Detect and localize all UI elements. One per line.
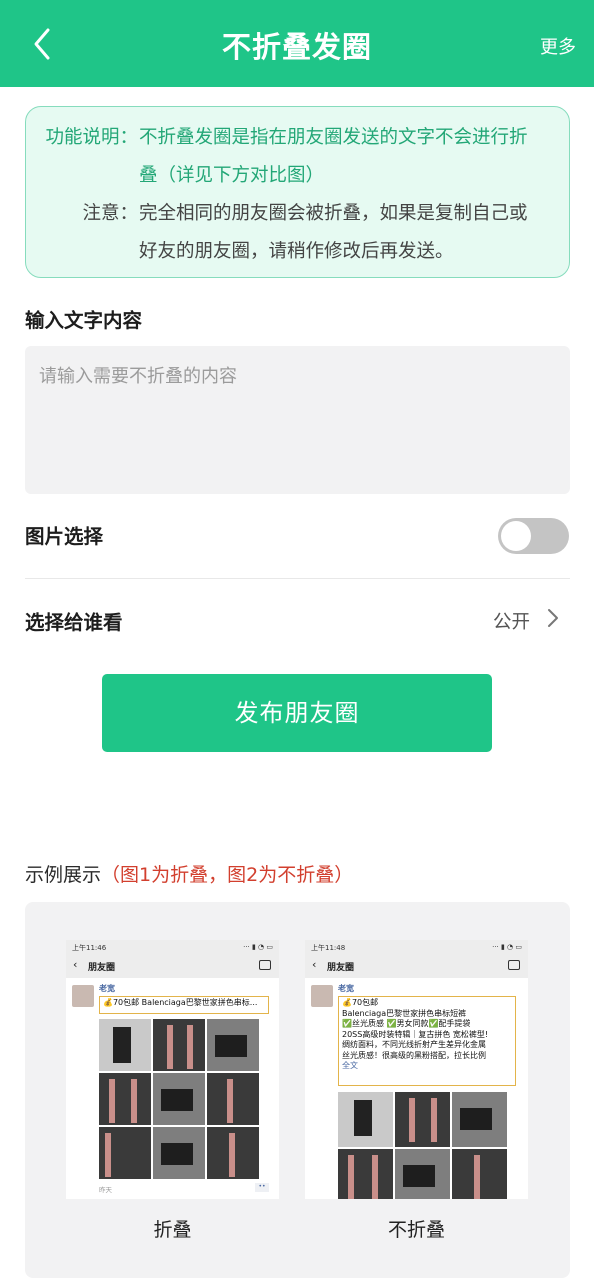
status-time: 上午11:46 [72, 944, 107, 952]
input-section-title: 输入文字内容 [25, 309, 143, 332]
note-label: 注意： [82, 203, 138, 224]
image-select-toggle[interactable] [498, 518, 569, 554]
photo-thumb [99, 1019, 151, 1071]
photo-thumb [153, 1019, 205, 1071]
post-text-line: 绸纺面料，不同光线折射产生差异化金属 [342, 1040, 486, 1049]
status-icons: ··· ▮ ◔ ▭ [243, 943, 273, 951]
photo-thumb [338, 1092, 393, 1147]
folded-caption: 折叠 [153, 1219, 192, 1241]
back-icon: ‹ [312, 958, 317, 971]
user-name: 老宽 [338, 984, 354, 993]
function-text-line-1: 不折叠发圈是指在朋友圈发送的文字不会进行折 [139, 127, 528, 148]
photo-thumb [207, 1127, 259, 1179]
photo-thumb [153, 1127, 205, 1179]
post-text-line: 20SS高级时装特辑｜复古拼色 宽松裤型! [342, 1029, 489, 1039]
user-name: 老宽 [99, 984, 115, 993]
photo-thumb [338, 1149, 393, 1199]
photo-thumb [99, 1127, 151, 1179]
chevron-right-icon [546, 607, 560, 629]
function-description-box: 功能说明： 不折叠发圈是指在朋友圈发送的文字不会进行折 叠（详见下方对比图） 注… [25, 106, 570, 278]
post-text-line: 丝光质感！很高级的黑粉搭配，拉长比例 [342, 1050, 486, 1060]
publish-button[interactable]: 发布朋友圈 [102, 674, 492, 752]
status-bar: 上午11:46 ··· ▮ ◔ ▭ [66, 940, 279, 954]
photo-grid [99, 1019, 259, 1179]
image-select-label: 图片选择 [25, 525, 104, 548]
unfolded-caption: 不折叠 [387, 1219, 445, 1241]
visibility-label: 选择给谁看 [25, 611, 123, 634]
photo-thumb [207, 1019, 259, 1071]
note-text-line-1: 完全相同的朋友圈会被折叠，如果是复制自己或 [139, 203, 528, 224]
function-label: 功能说明： [45, 127, 138, 148]
example-title-text: 示例展示 [25, 864, 102, 886]
photo-thumb [452, 1149, 507, 1199]
photo-grid [338, 1092, 507, 1199]
unfolded-post-text: 💰70包邮 Balenciaga巴黎世家拼色串标短裤 ✅丝光质感 ✅男女同款✅配… [338, 996, 516, 1086]
function-text: 不折叠发圈是指在朋友圈发送的文字不会进行折 叠（详见下方对比图） [139, 119, 554, 195]
header-bar: 不折叠发圈 更多 [0, 0, 594, 87]
example-title: 示例展示（图1为折叠，图2为不折叠） [25, 860, 353, 887]
divider [25, 578, 570, 579]
post-text-line: Balenciaga巴黎世家拼色串标短裤 [342, 1008, 467, 1018]
post-text-line: ✅丝光质感 ✅男女同款✅配手提袋 [342, 1019, 471, 1028]
camera-icon [259, 960, 271, 970]
content-input[interactable] [25, 346, 570, 494]
moments-nav-title: 朋友圈 [327, 963, 355, 973]
status-icons: ··· ▮ ◔ ▭ [492, 943, 522, 951]
camera-icon [508, 960, 520, 970]
moments-nav: ‹ 朋友圈 [305, 954, 528, 978]
photo-thumb [395, 1149, 450, 1199]
photo-thumb [153, 1073, 205, 1125]
status-time: 上午11:48 [311, 944, 346, 952]
photo-thumb [395, 1092, 450, 1147]
toggle-knob [501, 521, 531, 551]
visibility-row[interactable]: 选择给谁看 公开 [0, 598, 594, 642]
more-button[interactable]: 更多 [540, 33, 576, 59]
post-text-line: 💰70包邮 [342, 998, 379, 1007]
status-bar: 上午11:48 ··· ▮ ◔ ▭ [305, 940, 528, 954]
full-text-link: 全文 [342, 1061, 358, 1070]
photo-thumb [99, 1073, 151, 1125]
example-image-unfolded: 上午11:48 ··· ▮ ◔ ▭ ‹ 朋友圈 老宽 💰70包邮 Balenci… [305, 940, 528, 1199]
visibility-value: 公开 [492, 612, 530, 633]
photo-thumb [207, 1073, 259, 1125]
example-note: （图1为折叠，图2为不折叠） [101, 864, 354, 886]
function-text-line-2: 叠（详见下方对比图） [139, 165, 325, 186]
note-text-line-2: 好友的朋友圈，请稍作修改后再发送。 [139, 241, 454, 262]
photo-thumb [452, 1092, 507, 1147]
avatar [311, 985, 333, 1007]
folded-post-text: 💰70包邮 Balenciaga巴黎世家拼色串标... [99, 996, 269, 1014]
more-dots-icon: •• [255, 1183, 269, 1192]
moments-nav-title: 朋友圈 [88, 963, 116, 973]
post-time: 昨天 [99, 1186, 112, 1194]
page-title: 不折叠发圈 [221, 30, 372, 64]
avatar [72, 985, 94, 1007]
moments-nav: ‹ 朋友圈 [66, 954, 279, 978]
back-icon: ‹ [73, 958, 78, 971]
note-text: 完全相同的朋友圈会被折叠，如果是复制自己或 好友的朋友圈，请稍作修改后再发送。 [139, 195, 554, 271]
example-image-folded: 上午11:46 ··· ▮ ◔ ▭ ‹ 朋友圈 老宽 💰70包邮 Balenci… [66, 940, 279, 1199]
